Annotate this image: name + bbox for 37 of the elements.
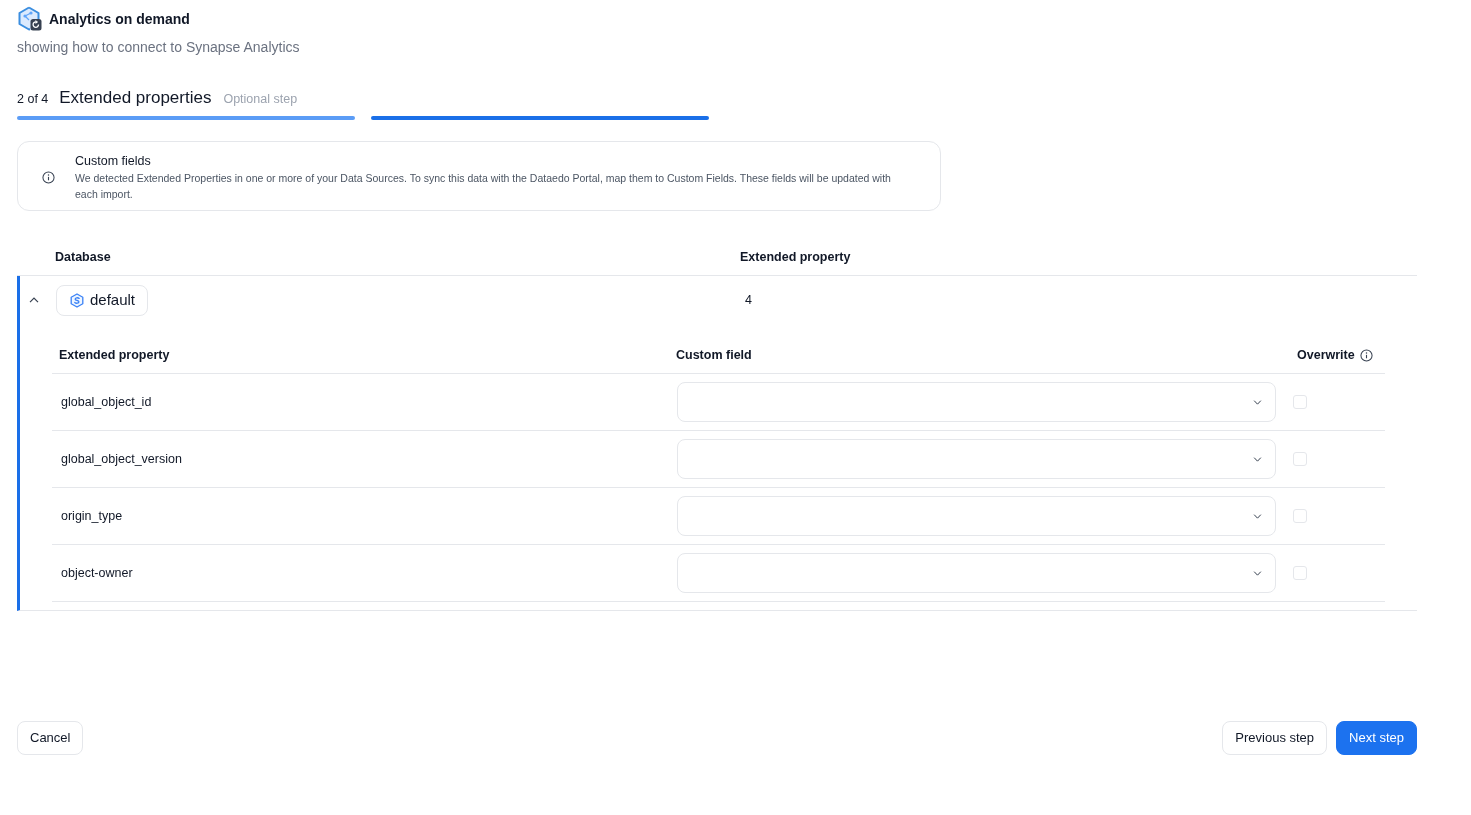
chevron-down-icon: [1253, 456, 1262, 462]
column-header: Extended property: [59, 346, 170, 364]
secondary-button[interactable]: Cancel: [17, 721, 84, 755]
chevron-down-icon: [1253, 513, 1262, 519]
step-title: Extended properties: [59, 87, 212, 109]
custom-field-select[interactable]: [677, 496, 1276, 536]
table-cell-text: global_object_version: [61, 450, 182, 468]
table-cell-text: object-owner: [61, 564, 133, 582]
checkbox[interactable]: [1293, 509, 1307, 523]
database-chip[interactable]: default: [56, 284, 149, 316]
custom-field-select[interactable]: [677, 439, 1276, 479]
column-header: Overwrite: [1297, 346, 1355, 364]
checkbox[interactable]: [1293, 395, 1307, 409]
column-header: Database: [55, 249, 111, 267]
chevron-down-icon: [1253, 399, 1262, 405]
column-header: Extended property: [740, 249, 851, 267]
custom-field-select[interactable]: [677, 382, 1276, 422]
card-text: We detected Extended Properties in one or more of your Data Sources. To sync this data with the Dataedo Portal, map them to Custom Fields. These fields will be updated with each import.: [75, 171, 892, 202]
chevron-up-icon[interactable]: [29, 297, 39, 303]
app-title: Analytics on demand: [49, 9, 190, 29]
custom-field-select[interactable]: [677, 553, 1276, 593]
secondary-button[interactable]: Previous step: [1222, 721, 1328, 755]
step-counter: 2 of 4: [17, 91, 49, 108]
optional-step-label: Optional step: [223, 91, 298, 108]
table-cell-text: global_object_id: [61, 393, 152, 411]
hexagon-icon: [70, 292, 84, 308]
property-count: 4: [745, 291, 752, 309]
table-cell-text: origin_type: [61, 507, 123, 525]
card-title: Custom fields: [75, 153, 151, 170]
hexagon-logo-icon: [18, 6, 42, 31]
checkbox[interactable]: [1293, 566, 1307, 580]
primary-button[interactable]: Next step: [1336, 721, 1417, 755]
info-icon: [42, 170, 55, 184]
chevron-down-icon: [1253, 570, 1262, 576]
column-header: Custom field: [676, 346, 752, 364]
checkbox[interactable]: [1293, 452, 1307, 466]
subtitle: showing how to connect to Synapse Analytics: [17, 38, 300, 57]
